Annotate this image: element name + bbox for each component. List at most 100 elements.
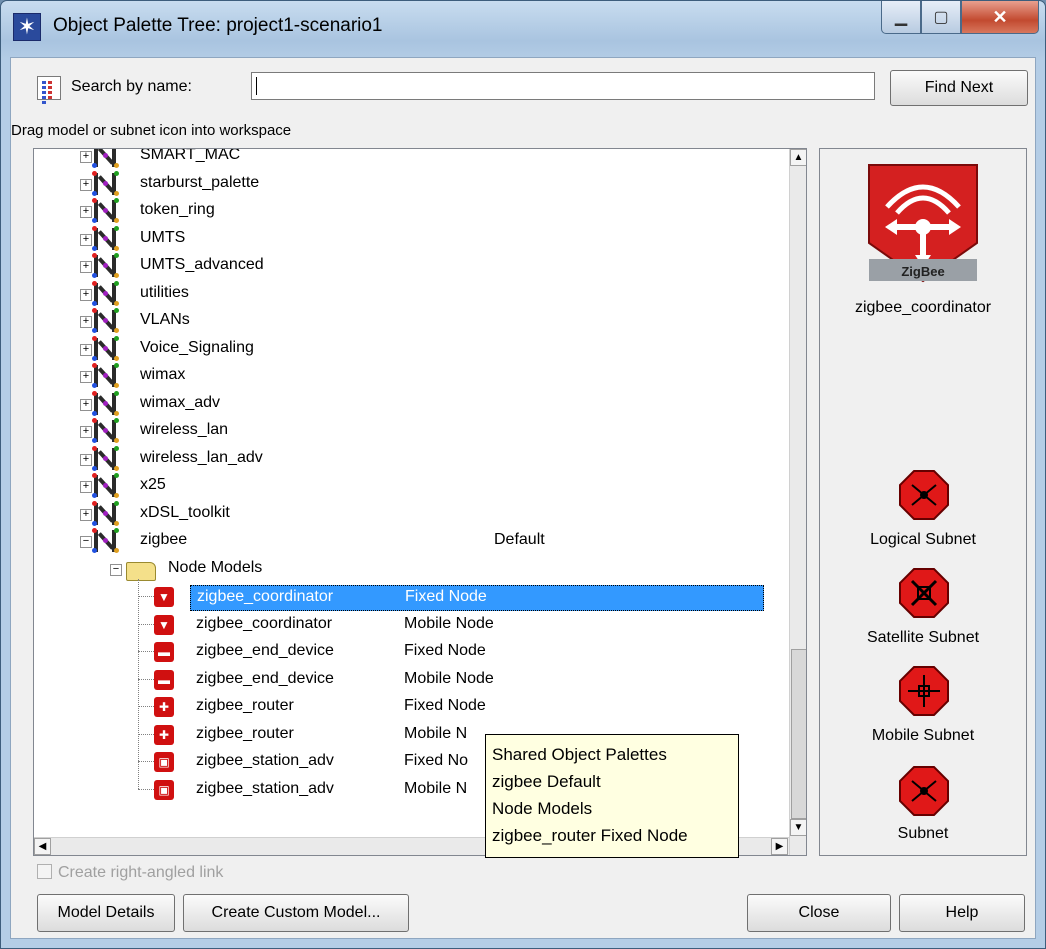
expand-toggle[interactable]: +	[80, 508, 92, 521]
vertical-scrollbar[interactable]: ▲ ▼	[789, 149, 806, 855]
collapse-toggle[interactable]: −	[110, 563, 122, 576]
help-button[interactable]: Help	[899, 894, 1025, 932]
folder-label[interactable]: Node Models	[168, 559, 262, 587]
palette-icon	[92, 225, 120, 252]
palette-icon	[92, 280, 120, 307]
node-model-icon: ✚	[154, 697, 174, 717]
close-window-button[interactable]: ✕	[961, 1, 1039, 34]
zigbee-coordinator-icon[interactable]: ZigBee	[867, 163, 979, 283]
expand-toggle[interactable]: +	[80, 261, 92, 273]
tree-branch	[138, 596, 154, 597]
palette-name[interactable]: x25	[140, 476, 166, 504]
subnet-icon[interactable]	[898, 765, 950, 817]
palette-name[interactable]: UMTS	[140, 229, 185, 257]
expand-toggle[interactable]: +	[80, 288, 92, 301]
satellite-subnet-icon[interactable]	[898, 567, 950, 619]
tree-branch	[138, 706, 154, 707]
node-model-row[interactable]: zigbee_coordinator Fixed Node	[190, 585, 764, 611]
search-input[interactable]	[251, 72, 875, 100]
checkbox-box[interactable]	[37, 864, 52, 879]
palette-name[interactable]: token_ring	[140, 201, 215, 229]
path-tooltip: Shared Object Palettes zigbee Default No…	[485, 734, 739, 858]
node-model-type: Mobile N	[404, 724, 468, 742]
right-angled-link-checkbox[interactable]: Create right-angled link	[37, 864, 223, 882]
scroll-thumb[interactable]	[791, 649, 806, 819]
checkbox-label: Create right-angled link	[58, 864, 224, 881]
scroll-right-button[interactable]: ▶	[771, 838, 788, 855]
preview-model-name: zigbee_coordinator	[854, 299, 992, 316]
node-model-name: zigbee_coordinator	[197, 588, 334, 605]
satellite-subnet-label: Satellite Subnet	[866, 629, 980, 646]
node-model-type: Mobile Node	[404, 614, 494, 632]
node-model-type: Mobile N	[404, 779, 468, 797]
expand-toggle[interactable]: +	[80, 316, 92, 328]
title-bar[interactable]: ✶ Object Palette Tree: project1-scenario…	[1, 1, 1045, 57]
tree-connector	[138, 579, 139, 789]
tree-branch	[138, 651, 154, 652]
expand-toggle[interactable]: +	[80, 426, 92, 438]
palette-icon	[92, 390, 120, 417]
tooltip-line: Shared Object Palettes	[492, 745, 667, 764]
palette-name[interactable]: VLANs	[140, 311, 190, 339]
palette-name[interactable]: wimax_adv	[140, 394, 220, 422]
minimize-button[interactable]: ▁	[881, 1, 921, 34]
object-palette-window: ✶ Object Palette Tree: project1-scenario…	[0, 0, 1046, 949]
tooltip-line: zigbee_router Fixed Node	[492, 826, 688, 845]
model-details-button[interactable]: Model Details	[37, 894, 175, 932]
expand-toggle[interactable]: +	[80, 233, 92, 246]
palette-name[interactable]: SMART_MAC	[140, 149, 240, 174]
palette-name[interactable]: xDSL_toolkit	[140, 504, 230, 532]
find-next-button[interactable]: Find Next	[890, 70, 1028, 106]
close-button[interactable]: Close	[747, 894, 891, 932]
expand-toggle[interactable]: +	[80, 206, 92, 218]
palette-icon	[92, 253, 120, 279]
palette-name[interactable]: utilities	[140, 284, 189, 312]
mobile-subnet-icon[interactable]	[898, 665, 950, 717]
node-model-type: Fixed Node	[404, 697, 486, 714]
palette-icon	[92, 198, 120, 224]
tree-branch	[138, 788, 154, 790]
palette-name[interactable]: wimax	[140, 366, 185, 394]
palette-name[interactable]: UMTS_advanced	[140, 256, 264, 284]
tree-branch	[138, 623, 154, 625]
create-custom-model-button[interactable]: Create Custom Model...	[183, 894, 409, 932]
expand-toggle[interactable]: +	[80, 481, 92, 493]
tooltip-line: zigbee Default	[492, 772, 601, 791]
node-model-type: Fixed Node	[404, 642, 486, 659]
palette-icon	[92, 149, 120, 169]
expand-toggle[interactable]: +	[80, 343, 92, 356]
palette-icon	[92, 170, 120, 197]
logical-subnet-icon[interactable]	[898, 469, 950, 521]
window-controls: ▁ ▢ ✕	[881, 1, 1039, 35]
node-model-icon: ▬	[154, 669, 174, 690]
node-model-type: Fixed Node	[405, 588, 487, 605]
node-model-name: zigbee_station_adv	[196, 752, 334, 769]
maximize-button[interactable]: ▢	[921, 1, 961, 34]
palette-name[interactable]: zigbee	[140, 531, 187, 559]
expand-toggle[interactable]: +	[80, 453, 92, 466]
scroll-up-button[interactable]: ▲	[790, 149, 806, 166]
node-model-name: zigbee_router	[196, 724, 294, 742]
node-model-name: zigbee_end_device	[196, 669, 334, 687]
expand-toggle[interactable]: +	[80, 398, 92, 411]
search-label: Search by name:	[71, 78, 192, 95]
app-icon: ✶	[13, 13, 41, 41]
scroll-down-button[interactable]: ▼	[790, 819, 806, 836]
palette-icon	[92, 418, 120, 444]
window-title: Object Palette Tree: project1-scenario1	[53, 15, 383, 36]
scroll-left-button[interactable]: ◀	[34, 838, 51, 855]
tree-branch	[138, 761, 154, 762]
drag-hint-text: Drag model or subnet icon into workspace	[11, 122, 292, 139]
palette-name[interactable]: wireless_lan_adv	[140, 449, 263, 477]
node-model-name: zigbee_station_adv	[196, 779, 334, 797]
tree-branch	[138, 678, 154, 680]
collapse-toggle[interactable]: −	[80, 536, 92, 548]
model-preview-panel: ZigBee zigbee_coordinator Logical Subnet…	[819, 148, 1027, 856]
palette-name[interactable]: wireless_lan	[140, 421, 228, 449]
expand-toggle[interactable]: +	[80, 178, 92, 191]
palette-name[interactable]: Voice_Signaling	[140, 339, 254, 367]
palette-name[interactable]: starburst_palette	[140, 174, 259, 202]
node-model-name: zigbee_end_device	[196, 642, 334, 659]
expand-toggle[interactable]: +	[80, 371, 92, 383]
expand-toggle[interactable]: +	[80, 151, 92, 163]
